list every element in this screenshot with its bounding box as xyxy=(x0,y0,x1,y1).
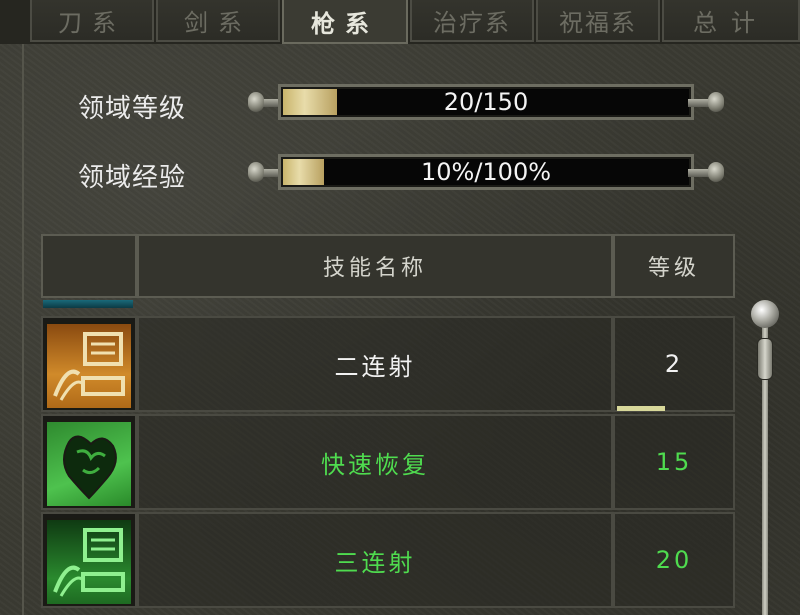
scroll-bow-icon xyxy=(45,322,133,410)
bar-right-cap xyxy=(688,156,724,190)
partial-row-icon xyxy=(43,300,133,308)
skill-name: 快速恢复 xyxy=(321,450,429,479)
skill-level-cell: 15 xyxy=(613,414,735,510)
tab-blade[interactable]: 刀系 xyxy=(30,0,154,42)
table-row[interactable]: 二连射 2 xyxy=(41,316,735,412)
level-underline xyxy=(617,406,665,411)
scrollbar-top-knob[interactable] xyxy=(751,300,779,328)
domain-exp-value: 10%/100% xyxy=(420,158,552,186)
table-row[interactable]: 三连射 20 xyxy=(41,512,735,608)
tab-total[interactable]: 总计 xyxy=(662,0,800,42)
domain-level-label: 领域等级 xyxy=(78,94,187,124)
skill-level-cell: 20 xyxy=(613,512,735,608)
domain-level-bar: 20/150 xyxy=(248,82,724,122)
skill-level-cell: 2 xyxy=(613,316,735,412)
skill-level: 15 xyxy=(655,448,693,476)
domain-exp-track: 10%/100% xyxy=(278,154,694,190)
skill-level: 20 xyxy=(655,546,693,574)
tab-spear[interactable]: 枪系 xyxy=(282,0,408,44)
domain-exp-label: 领域经验 xyxy=(78,163,187,193)
domain-exp-bar: 10%/100% xyxy=(248,152,724,192)
skill-name-cell: 二连射 xyxy=(137,316,613,412)
table-row[interactable]: 快速恢复 15 xyxy=(41,414,735,510)
tab-bar: 刀系 剑系 枪系 治疗系 祝福系 总计 xyxy=(0,0,800,44)
skill-table: 技能名称 等级 二连射 2 快速恢复 15 三连射 20 xyxy=(41,234,735,615)
heart-icon xyxy=(45,420,133,508)
header-icon-column xyxy=(41,234,137,298)
skill-name-cell: 快速恢复 xyxy=(137,414,613,510)
scroll-bow-icon xyxy=(45,518,133,606)
scrollbar-thumb[interactable] xyxy=(757,338,773,380)
skill-icon-cell xyxy=(41,414,137,510)
domain-level-value: 20/150 xyxy=(443,88,529,116)
skill-name: 二连射 xyxy=(334,352,416,381)
tab-healing[interactable]: 治疗系 xyxy=(410,0,534,42)
tab-sword[interactable]: 剑系 xyxy=(156,0,280,42)
skill-icon-cell xyxy=(41,512,137,608)
tab-blessing[interactable]: 祝福系 xyxy=(536,0,660,42)
header-skill-name: 技能名称 xyxy=(137,234,613,298)
skill-level: 2 xyxy=(664,350,684,378)
skill-name-cell: 三连射 xyxy=(137,512,613,608)
skill-name: 三连射 xyxy=(334,548,416,577)
header-level: 等级 xyxy=(613,234,735,298)
skill-icon-cell xyxy=(41,316,137,412)
bar-right-cap xyxy=(688,86,724,120)
domain-level-track: 20/150 xyxy=(278,84,694,120)
